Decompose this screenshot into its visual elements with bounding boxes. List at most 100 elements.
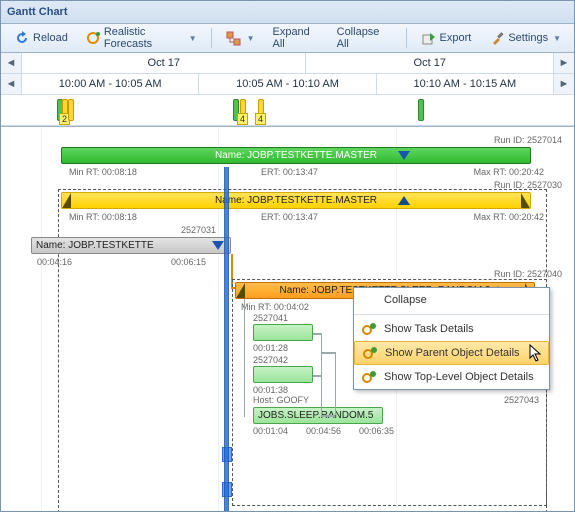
metric: 00:01:28 bbox=[253, 343, 288, 353]
timeline-prev-button[interactable]: ◄ bbox=[1, 74, 22, 94]
metric: 00:01:04 bbox=[253, 426, 288, 436]
min-rt: Min RT: 00:04:02 bbox=[241, 302, 309, 312]
timeline-date: Oct 17 bbox=[306, 53, 553, 73]
ert: ERT: 00:13:47 bbox=[261, 212, 318, 222]
expand-collapse-icon-button[interactable]: ▼ bbox=[219, 26, 262, 50]
task-label: Name: JOBP.TESTKETTE.MASTER bbox=[215, 195, 377, 206]
reload-button[interactable]: Reload bbox=[7, 26, 75, 50]
timeline-range: 10:05 AM - 10:10 AM bbox=[199, 74, 376, 94]
settings-icon bbox=[489, 30, 505, 46]
menu-separator bbox=[354, 314, 549, 315]
expand-icon[interactable] bbox=[398, 196, 410, 205]
bar-cap-icon bbox=[235, 283, 245, 299]
marker-label: 4 bbox=[255, 113, 266, 125]
timeline-next-button[interactable]: ► bbox=[553, 74, 574, 94]
min-rt: Min RT: 00:08:18 bbox=[69, 212, 137, 222]
child-id: 2527043 bbox=[504, 395, 539, 405]
tree-line bbox=[313, 333, 321, 335]
export-button[interactable]: Export bbox=[414, 26, 479, 50]
window-title: Gantt Chart bbox=[1, 1, 574, 24]
details-icon bbox=[360, 368, 378, 386]
bar-cap-icon bbox=[61, 193, 71, 209]
metric: 00:06:15 bbox=[171, 257, 206, 267]
separator bbox=[406, 28, 407, 48]
tree-line bbox=[321, 415, 335, 417]
timeline-marker[interactable] bbox=[68, 99, 74, 121]
collapse-all-label: Collapse All bbox=[337, 26, 388, 50]
task-bar[interactable]: Name: JOBP.TESTKETTE.MASTER bbox=[61, 147, 531, 164]
task-bar[interactable] bbox=[253, 324, 313, 341]
menu-label: Collapse bbox=[384, 294, 427, 306]
tree-line bbox=[335, 352, 336, 415]
min-rt: Min RT: 00:08:18 bbox=[69, 167, 137, 177]
current-time-line bbox=[224, 167, 229, 512]
settings-label: Settings bbox=[508, 32, 548, 44]
blank-icon bbox=[360, 291, 378, 309]
timeline-range: 10:10 AM - 10:15 AM bbox=[377, 74, 553, 94]
chevron-down-icon: ▼ bbox=[553, 34, 561, 43]
metric: 00:04:56 bbox=[306, 426, 341, 436]
run-id: Run ID: 2527014 bbox=[494, 135, 562, 145]
menu-item-collapse[interactable]: Collapse bbox=[354, 288, 549, 312]
chevron-down-icon: ▼ bbox=[189, 34, 197, 43]
child-id: 2527042 bbox=[253, 355, 288, 365]
task-label: Name: JOBP.TESTKETTE.MASTER bbox=[215, 150, 377, 161]
expand-all-button[interactable]: Expand All bbox=[265, 26, 325, 50]
timeline-prev-button[interactable]: ◄ bbox=[1, 53, 22, 73]
task-bar[interactable] bbox=[253, 366, 313, 383]
task-label: Name: JOBP.TESTKETTE bbox=[36, 240, 154, 251]
menu-label: Show Parent Object Details bbox=[385, 347, 520, 359]
forecast-icon bbox=[86, 30, 101, 46]
metric: 00:06:35 bbox=[359, 426, 394, 436]
tree-line bbox=[244, 299, 245, 417]
tree-icon bbox=[226, 30, 242, 46]
marker-row: 244 bbox=[1, 95, 574, 126]
child-id: 2527031 bbox=[181, 225, 216, 235]
gantt-chart-area[interactable]: Run ID: 2527014 Name: JOBP.TESTKETTE.MAS… bbox=[1, 127, 574, 512]
host-label: Host: GOOFY bbox=[253, 395, 309, 405]
task-bar[interactable]: Name: JOBP.TESTKETTE bbox=[31, 237, 231, 254]
menu-label: Show Top-Level Object Details bbox=[384, 371, 534, 383]
max-rt: Max RT: 00:20:42 bbox=[474, 167, 544, 177]
max-rt: Max RT: 00:20:42 bbox=[474, 212, 544, 222]
collapse-icon[interactable] bbox=[398, 151, 410, 160]
chevron-down-icon: ▼ bbox=[247, 34, 255, 43]
timeline-header: ◄ Oct 17 Oct 17 ► ◄ 10:00 AM - 10:05 AM … bbox=[1, 53, 574, 127]
details-icon bbox=[360, 320, 378, 338]
reload-label: Reload bbox=[33, 32, 68, 44]
task-bar[interactable]: Name: JOBP.TESTKETTE.MASTER bbox=[61, 192, 531, 209]
toolbar: Reload Realistic Forecasts ▼ ▼ Expand Al… bbox=[1, 24, 574, 53]
details-icon bbox=[361, 344, 379, 362]
context-menu: Collapse Show Task Details Show Parent O… bbox=[353, 287, 550, 390]
tree-line bbox=[321, 352, 335, 354]
collapse-icon[interactable] bbox=[212, 241, 224, 250]
settings-button[interactable]: Settings ▼ bbox=[482, 26, 568, 50]
menu-label: Show Task Details bbox=[384, 323, 474, 335]
reload-icon bbox=[14, 30, 30, 46]
menu-item-parent-details[interactable]: Show Parent Object Details bbox=[354, 341, 549, 365]
timeline-marker[interactable] bbox=[418, 99, 424, 121]
forecasts-label: Realistic Forecasts bbox=[104, 26, 184, 50]
tree-line bbox=[321, 333, 322, 415]
tree-line bbox=[313, 375, 321, 377]
metric: 00:01:38 bbox=[253, 385, 288, 395]
task-bar[interactable]: JOBS.SLEEP.RANDOM.5 bbox=[253, 407, 383, 424]
expand-all-label: Expand All bbox=[272, 26, 318, 50]
task-label: JOBS.SLEEP.RANDOM.5 bbox=[258, 410, 373, 421]
metric: 00:04:16 bbox=[37, 257, 72, 267]
timeline-range: 10:00 AM - 10:05 AM bbox=[22, 74, 199, 94]
menu-item-task-details[interactable]: Show Task Details bbox=[354, 317, 549, 341]
child-id: 2527041 bbox=[253, 313, 288, 323]
export-icon bbox=[421, 30, 437, 46]
separator bbox=[211, 28, 212, 48]
export-label: Export bbox=[440, 32, 472, 44]
timeline-date: Oct 17 bbox=[22, 53, 306, 73]
ert: ERT: 00:13:47 bbox=[261, 167, 318, 177]
run-id: Run ID: 2527040 bbox=[494, 269, 562, 279]
bar-cap-icon bbox=[521, 193, 531, 209]
forecasts-button[interactable]: Realistic Forecasts ▼ bbox=[79, 26, 204, 50]
marker-label: 4 bbox=[237, 113, 248, 125]
timeline-next-button[interactable]: ► bbox=[553, 53, 574, 73]
menu-item-toplevel-details[interactable]: Show Top-Level Object Details bbox=[354, 365, 549, 389]
collapse-all-button[interactable]: Collapse All bbox=[330, 26, 395, 50]
